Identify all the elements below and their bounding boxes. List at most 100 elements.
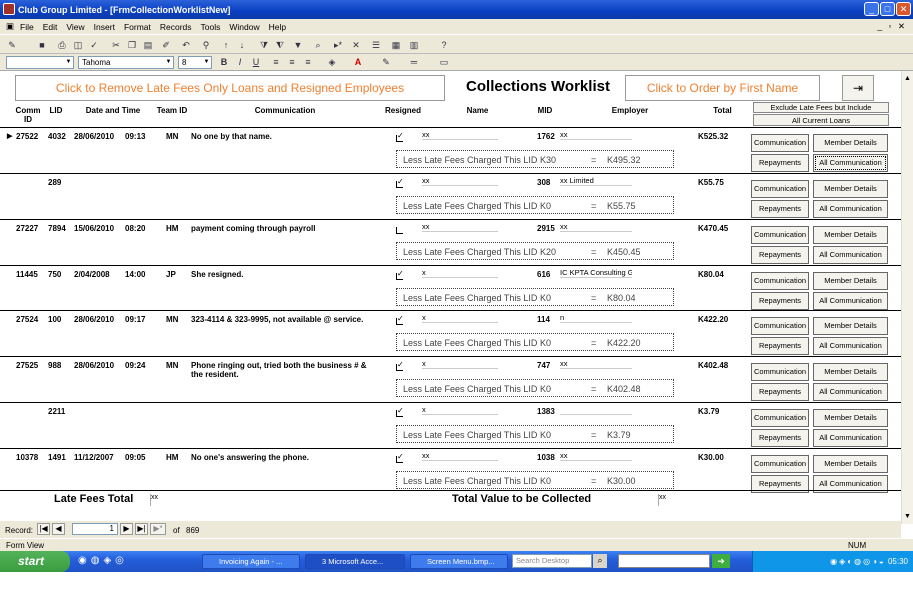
team-id-cell[interactable]: JP [166,270,176,279]
lid-cell[interactable]: 750 [48,270,61,279]
quick-launch-icons[interactable]: ◉◍◈◎ [78,555,128,566]
team-id-cell[interactable]: MN [166,361,178,370]
mid-cell[interactable]: 1038 [537,453,555,462]
save-icon[interactable]: ■ [36,39,48,51]
total-cell[interactable]: K3.79 [698,407,719,416]
mid-cell[interactable]: 1383 [537,407,555,416]
align-center-icon[interactable]: ≡ [286,56,298,68]
menu-records[interactable]: Records [160,22,192,32]
font-size-select[interactable]: 8 ▼ [178,56,212,69]
date-cell[interactable]: 15/06/2010 [74,224,114,233]
time-cell[interactable]: 09:24 [125,361,145,370]
search-desktop-input[interactable]: Search Desktop [512,554,592,568]
close-button[interactable]: ✕ [896,2,911,16]
communication-cell[interactable]: 323-4114 & 323-9995, not available @ ser… [191,315,376,324]
align-left-icon[interactable]: ≡ [270,56,282,68]
communication-cell[interactable]: Phone ringing out, tried both the busine… [191,361,376,379]
resigned-checkbox[interactable] [396,360,404,371]
new-object-icon[interactable]: ▥ [408,39,420,51]
communication-button[interactable]: Communication [751,455,809,473]
member-details-button[interactable]: Member Details [813,134,888,152]
resigned-checkbox[interactable] [396,131,404,142]
next-record-icon[interactable]: ▶ [120,523,133,535]
communication-cell[interactable]: No one's answering the phone. [191,453,376,462]
time-cell[interactable]: 14:00 [125,270,145,279]
font-name-select[interactable]: Tahoma ▼ [78,56,174,69]
hyperlink-icon[interactable]: ⚲ [200,39,212,51]
mid-cell[interactable]: 2915 [537,224,555,233]
copy-icon[interactable]: ❐ [126,39,138,51]
tray-icons[interactable]: ◉◈◐◍◎◑◒ [830,557,886,566]
all-communication-button[interactable]: All Communication [813,154,888,172]
line-color-icon[interactable]: ✎ [380,56,392,68]
date-cell[interactable]: 2/04/2008 [74,270,110,279]
menu-format[interactable]: Format [124,22,151,32]
go-icon[interactable]: ➜ [712,554,730,568]
comm-id-cell[interactable]: 27524 [16,315,38,324]
date-cell[interactable]: 28/06/2010 [74,132,114,141]
team-id-cell[interactable]: HM [166,453,178,462]
time-cell[interactable]: 09:13 [125,132,145,141]
member-details-button[interactable]: Member Details [813,363,888,381]
properties-icon[interactable]: ☰ [370,39,382,51]
design-view-icon[interactable]: ✎ [6,39,18,51]
nero-search-input[interactable] [618,554,710,568]
total-cell[interactable]: K80.04 [698,270,724,279]
align-right-icon[interactable]: ≡ [302,56,314,68]
menu-view[interactable]: View [66,22,84,32]
print-icon[interactable]: ⎙ [56,39,68,51]
all-communication-button[interactable]: All Communication [813,246,888,264]
format-painter-icon[interactable]: ✐ [160,39,172,51]
object-select[interactable]: ▼ [6,56,74,69]
find-icon[interactable]: ⌕ [312,39,324,51]
line-width-icon[interactable]: ═ [408,56,420,68]
team-id-cell[interactable]: MN [166,132,178,141]
total-cell[interactable]: K422.20 [698,315,728,324]
spelling-icon[interactable]: ✓ [88,39,100,51]
lid-cell[interactable]: 7894 [48,224,66,233]
name-field[interactable]: x [422,359,498,369]
member-details-button[interactable]: Member Details [813,180,888,198]
menu-insert[interactable]: Insert [94,22,115,32]
name-field[interactable]: xx [422,222,498,232]
vertical-scrollbar[interactable]: ▲ ▼ [901,71,913,524]
new-record-icon[interactable]: ▸* [332,39,344,51]
total-cell[interactable]: K402.48 [698,361,728,370]
employer-field[interactable]: xx Limited [560,176,632,186]
repayments-button[interactable]: Repayments [751,429,809,447]
special-effect-icon[interactable]: ▭ [438,56,450,68]
mid-cell[interactable]: 308 [537,178,550,187]
menu-help[interactable]: Help [269,22,286,32]
comm-id-cell[interactable]: 11445 [16,270,38,279]
sort-descending-icon[interactable]: ↓ [236,39,248,51]
repayments-button[interactable]: Repayments [751,154,809,172]
date-cell[interactable]: 28/06/2010 [74,361,114,370]
bold-icon[interactable]: B [218,56,230,68]
previous-record-icon[interactable]: ◀ [52,523,65,535]
scroll-up-icon[interactable]: ▲ [902,75,913,82]
cut-icon[interactable]: ✂ [110,39,122,51]
mid-cell[interactable]: 747 [537,361,550,370]
comm-id-cell[interactable]: 27522 [16,132,38,141]
communication-cell[interactable]: She resigned. [191,270,376,279]
mid-cell[interactable]: 114 [537,315,550,324]
time-cell[interactable]: 08:20 [125,224,145,233]
lid-cell[interactable]: 100 [48,315,61,324]
total-cell[interactable]: K55.75 [698,178,724,187]
communication-button[interactable]: Communication [751,180,809,198]
menu-file[interactable]: File [20,22,34,32]
communication-button[interactable]: Communication [751,226,809,244]
underline-icon[interactable]: U [250,56,262,68]
new-record-nav-icon[interactable]: ▶* [150,523,166,535]
search-icon[interactable]: ⌕ [593,554,607,568]
start-button[interactable]: start [0,551,70,572]
delete-record-icon[interactable]: ✕ [350,39,362,51]
all-communication-button[interactable]: All Communication [813,200,888,218]
form-icon[interactable]: ▣ [6,21,14,32]
total-cell[interactable]: K30.00 [698,453,724,462]
exclude-late-fees-button[interactable]: Exclude Late Fees but Include [753,102,889,113]
resigned-checkbox[interactable] [396,269,404,280]
lid-cell[interactable]: 289 [48,178,61,187]
communication-cell[interactable]: No one by that name. [191,132,376,141]
filter-by-form-icon[interactable]: ⧨ [274,39,286,51]
